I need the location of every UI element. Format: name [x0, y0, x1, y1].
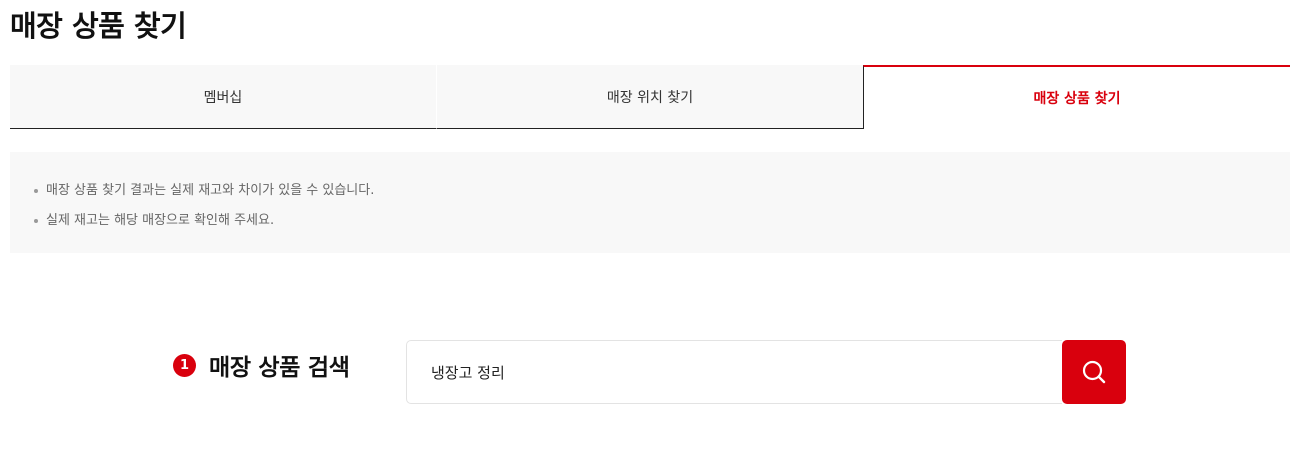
- search-label-group: 1 매장 상품 검색: [173, 348, 350, 382]
- tab-store-location[interactable]: 매장 위치 찾기: [436, 65, 863, 129]
- step-number-badge: 1: [173, 353, 196, 377]
- notice-box: 매장 상품 찾기 결과는 실제 재고와 차이가 있을 수 있습니다. 실제 재고…: [10, 152, 1290, 253]
- search-icon: [1082, 360, 1106, 384]
- tab-bar: 멤버십 매장 위치 찾기 매장 상품 찾기: [10, 65, 1290, 129]
- notice-item: 매장 상품 찾기 결과는 실제 재고와 차이가 있을 수 있습니다.: [32, 176, 1268, 206]
- search-label: 매장 상품 검색: [209, 355, 350, 381]
- search-box: [406, 340, 1126, 404]
- tab-membership[interactable]: 멤버십: [10, 65, 436, 129]
- search-button[interactable]: [1062, 340, 1126, 404]
- search-input[interactable]: [406, 340, 1062, 404]
- notice-item: 실제 재고는 해당 매장으로 확인해 주세요.: [32, 206, 1268, 236]
- page: 매장 상품 찾기 멤버십 매장 위치 찾기 매장 상품 찾기 매장 상품 찾기 …: [0, 0, 1309, 467]
- page-title: 매장 상품 찾기: [10, 9, 187, 43]
- tab-store-product-search[interactable]: 매장 상품 찾기: [863, 65, 1290, 129]
